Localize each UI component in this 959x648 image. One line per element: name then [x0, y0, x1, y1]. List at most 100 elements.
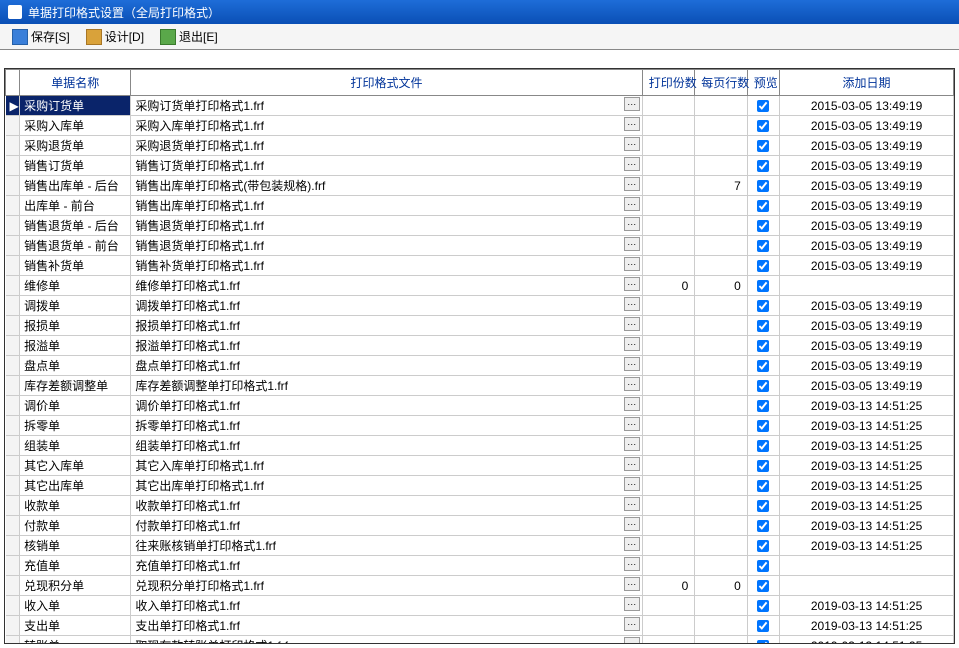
cell-preview[interactable]: [747, 136, 779, 156]
preview-checkbox[interactable]: [757, 140, 769, 152]
cell-rows-per-page[interactable]: 0: [695, 276, 748, 296]
file-browse-button[interactable]: ···: [624, 497, 640, 511]
cell-name[interactable]: 兑现积分单: [20, 576, 131, 596]
table-row[interactable]: 支出单支出单打印格式1.frf···2019-03-13 14:51:25: [6, 616, 954, 636]
file-browse-button[interactable]: ···: [624, 297, 640, 311]
cell-rows-per-page[interactable]: [695, 96, 748, 116]
preview-checkbox[interactable]: [757, 320, 769, 332]
cell-name[interactable]: 销售退货单 - 前台: [20, 236, 131, 256]
cell-file[interactable]: 采购入库单打印格式1.frf···: [131, 116, 642, 136]
cell-copies[interactable]: [642, 476, 695, 496]
table-row[interactable]: 维修单维修单打印格式1.frf···00: [6, 276, 954, 296]
cell-name[interactable]: 报溢单: [20, 336, 131, 356]
file-browse-button[interactable]: ···: [624, 97, 640, 111]
header-name[interactable]: 单据名称: [20, 70, 131, 96]
table-row[interactable]: 充值单充值单打印格式1.frf···: [6, 556, 954, 576]
preview-checkbox[interactable]: [757, 500, 769, 512]
cell-preview[interactable]: [747, 616, 779, 636]
table-row[interactable]: 组装单组装单打印格式1.frf···2019-03-13 14:51:25: [6, 436, 954, 456]
cell-rows-per-page[interactable]: [695, 496, 748, 516]
table-row[interactable]: 付款单付款单打印格式1.frf···2019-03-13 14:51:25: [6, 516, 954, 536]
cell-preview[interactable]: [747, 396, 779, 416]
cell-file[interactable]: 收款单打印格式1.frf···: [131, 496, 642, 516]
design-button[interactable]: 设计[D]: [82, 26, 148, 47]
cell-rows-per-page[interactable]: [695, 556, 748, 576]
file-browse-button[interactable]: ···: [624, 437, 640, 451]
cell-rows-per-page[interactable]: [695, 456, 748, 476]
cell-file[interactable]: 其它入库单打印格式1.frf···: [131, 456, 642, 476]
cell-copies[interactable]: 0: [642, 276, 695, 296]
table-row[interactable]: 销售补货单销售补货单打印格式1.frf···2015-03-05 13:49:1…: [6, 256, 954, 276]
cell-name[interactable]: 采购退货单: [20, 136, 131, 156]
cell-preview[interactable]: [747, 596, 779, 616]
cell-copies[interactable]: [642, 316, 695, 336]
cell-preview[interactable]: [747, 536, 779, 556]
preview-checkbox[interactable]: [757, 340, 769, 352]
cell-name[interactable]: 库存差额调整单: [20, 376, 131, 396]
cell-rows-per-page[interactable]: [695, 396, 748, 416]
table-row[interactable]: 采购入库单采购入库单打印格式1.frf···2015-03-05 13:49:1…: [6, 116, 954, 136]
cell-name[interactable]: 报损单: [20, 316, 131, 336]
cell-file[interactable]: 报溢单打印格式1.frf···: [131, 336, 642, 356]
cell-name[interactable]: 付款单: [20, 516, 131, 536]
cell-copies[interactable]: [642, 96, 695, 116]
cell-copies[interactable]: [642, 116, 695, 136]
cell-preview[interactable]: [747, 296, 779, 316]
cell-name[interactable]: 调价单: [20, 396, 131, 416]
preview-checkbox[interactable]: [757, 200, 769, 212]
cell-preview[interactable]: [747, 236, 779, 256]
cell-preview[interactable]: [747, 336, 779, 356]
preview-checkbox[interactable]: [757, 300, 769, 312]
cell-copies[interactable]: [642, 436, 695, 456]
file-browse-button[interactable]: ···: [624, 117, 640, 131]
table-row[interactable]: 报溢单报溢单打印格式1.frf···2015-03-05 13:49:19: [6, 336, 954, 356]
cell-preview[interactable]: [747, 556, 779, 576]
cell-file[interactable]: 兑现积分单打印格式1.frf···: [131, 576, 642, 596]
cell-preview[interactable]: [747, 636, 779, 645]
preview-checkbox[interactable]: [757, 540, 769, 552]
cell-name[interactable]: 其它出库单: [20, 476, 131, 496]
preview-checkbox[interactable]: [757, 620, 769, 632]
cell-name[interactable]: 收款单: [20, 496, 131, 516]
table-row[interactable]: 报损单报损单打印格式1.frf···2015-03-05 13:49:19: [6, 316, 954, 336]
cell-rows-per-page[interactable]: [695, 296, 748, 316]
cell-copies[interactable]: [642, 416, 695, 436]
cell-preview[interactable]: [747, 376, 779, 396]
cell-copies[interactable]: [642, 176, 695, 196]
cell-preview[interactable]: [747, 456, 779, 476]
preview-checkbox[interactable]: [757, 260, 769, 272]
cell-preview[interactable]: [747, 496, 779, 516]
cell-rows-per-page[interactable]: [695, 536, 748, 556]
file-browse-button[interactable]: ···: [624, 577, 640, 591]
file-browse-button[interactable]: ···: [624, 457, 640, 471]
cell-preview[interactable]: [747, 256, 779, 276]
cell-file[interactable]: 维修单打印格式1.frf···: [131, 276, 642, 296]
table-row[interactable]: 销售退货单 - 后台销售退货单打印格式1.frf···2015-03-05 13…: [6, 216, 954, 236]
cell-file[interactable]: 调价单打印格式1.frf···: [131, 396, 642, 416]
cell-file[interactable]: 取现存款转账单打印格式1.frf···: [131, 636, 642, 645]
table-row[interactable]: 销售出库单 - 后台销售出库单打印格式(带包装规格).frf···72015-0…: [6, 176, 954, 196]
file-browse-button[interactable]: ···: [624, 377, 640, 391]
preview-checkbox[interactable]: [757, 420, 769, 432]
cell-rows-per-page[interactable]: [695, 156, 748, 176]
preview-checkbox[interactable]: [757, 120, 769, 132]
preview-checkbox[interactable]: [757, 240, 769, 252]
cell-name[interactable]: 拆零单: [20, 416, 131, 436]
cell-file[interactable]: 盘点单打印格式1.frf···: [131, 356, 642, 376]
file-browse-button[interactable]: ···: [624, 357, 640, 371]
cell-rows-per-page[interactable]: [695, 616, 748, 636]
cell-file[interactable]: 销售退货单打印格式1.frf···: [131, 236, 642, 256]
cell-preview[interactable]: [747, 116, 779, 136]
cell-preview[interactable]: [747, 436, 779, 456]
file-browse-button[interactable]: ···: [624, 237, 640, 251]
cell-preview[interactable]: [747, 576, 779, 596]
table-row[interactable]: ▶采购订货单采购订货单打印格式1.frf···2015-03-05 13:49:…: [6, 96, 954, 116]
cell-preview[interactable]: [747, 196, 779, 216]
cell-rows-per-page[interactable]: [695, 256, 748, 276]
cell-name[interactable]: 组装单: [20, 436, 131, 456]
table-row[interactable]: 核销单往来账核销单打印格式1.frf···2019-03-13 14:51:25: [6, 536, 954, 556]
table-row[interactable]: 采购退货单采购退货单打印格式1.frf···2015-03-05 13:49:1…: [6, 136, 954, 156]
cell-preview[interactable]: [747, 176, 779, 196]
cell-name[interactable]: 支出单: [20, 616, 131, 636]
table-row[interactable]: 其它出库单其它出库单打印格式1.frf···2019-03-13 14:51:2…: [6, 476, 954, 496]
